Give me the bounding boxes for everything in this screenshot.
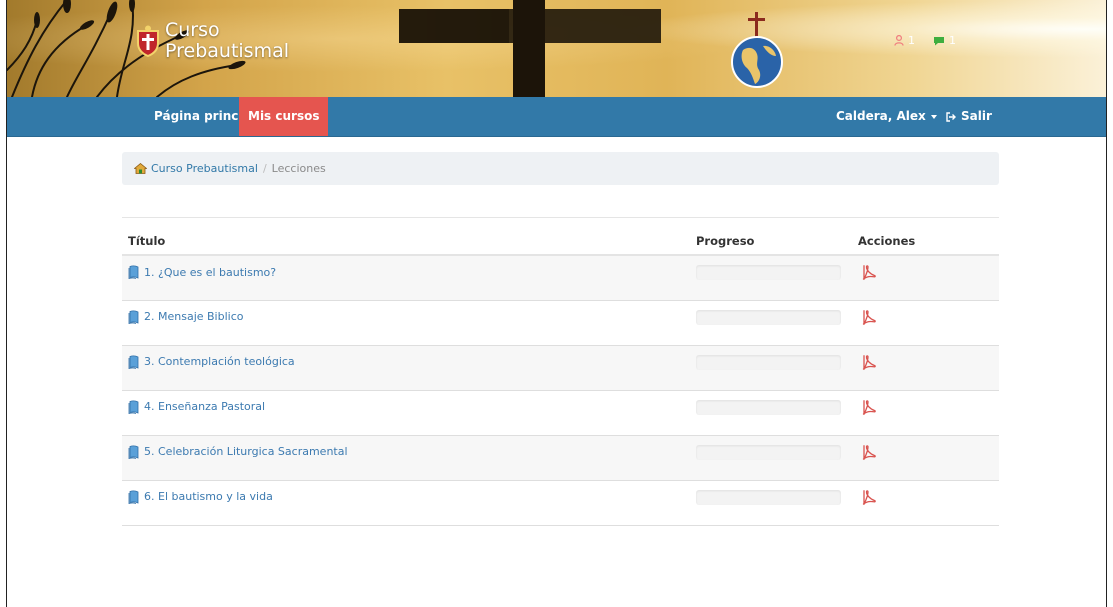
logo-title-line1: Curso — [165, 19, 220, 41]
breadcrumb-current: Lecciones — [271, 162, 326, 175]
header-banner: Curso Prebautismal 1 1 — [7, 0, 1106, 97]
globe-cross-image — [731, 12, 783, 88]
table-row: 5. Celebración Liturgica Sacramental — [122, 435, 999, 481]
table-row: 1. ¿Que es el bautismo? — [122, 255, 999, 301]
messages-count: 1 — [949, 34, 956, 47]
book-icon — [128, 265, 139, 279]
home-icon — [134, 163, 147, 174]
table-row: 6. El bautismo y la vida — [122, 480, 999, 526]
download-pdf-button[interactable] — [862, 489, 876, 508]
table-row: 2. Mensaje Biblico — [122, 300, 999, 346]
lesson-link[interactable]: 5. Celebración Liturgica Sacramental — [128, 445, 348, 459]
logo-title-line2: Prebautismal — [165, 40, 290, 62]
download-pdf-button[interactable] — [862, 309, 876, 328]
users-count: 1 — [908, 34, 915, 47]
logout-label: Salir — [961, 109, 992, 123]
lesson-title-cell: 3. Contemplación teológica — [122, 345, 690, 391]
messages-badge[interactable]: 1 — [933, 34, 956, 47]
lesson-link[interactable]: 2. Mensaje Biblico — [128, 310, 244, 324]
lesson-title: 4. Enseñanza Pastoral — [144, 400, 266, 413]
user-menu-dropdown[interactable]: Caldera, Alex — [827, 97, 946, 136]
site-logo[interactable]: Curso Prebautismal — [135, 20, 289, 62]
nav-my-courses-link[interactable]: Mis cursos — [239, 97, 329, 136]
progress-bar — [696, 354, 841, 370]
lesson-progress-cell — [690, 390, 852, 436]
lesson-link[interactable]: 3. Contemplación teológica — [128, 355, 295, 369]
lesson-title-cell: 1. ¿Que es el bautismo? — [122, 255, 690, 301]
lesson-title-cell: 6. El bautismo y la vida — [122, 480, 690, 526]
lesson-progress-cell — [690, 435, 852, 481]
book-icon — [128, 355, 139, 369]
download-pdf-button[interactable] — [862, 399, 876, 418]
lesson-title: 3. Contemplación teológica — [144, 355, 295, 368]
table-row: 3. Contemplación teológica — [122, 345, 999, 391]
table-row: 4. Enseñanza Pastoral — [122, 390, 999, 436]
lesson-link[interactable]: 4. Enseñanza Pastoral — [128, 400, 265, 414]
table-divider — [122, 217, 999, 218]
user-icon — [894, 35, 904, 46]
lesson-progress-cell — [690, 480, 852, 526]
book-icon — [128, 445, 139, 459]
column-header-title: Título — [122, 227, 690, 256]
lesson-actions-cell — [852, 480, 999, 526]
lesson-title-cell: 4. Enseñanza Pastoral — [122, 390, 690, 436]
lessons-table: Título Progreso Acciones 1. ¿Que es el b… — [122, 227, 999, 526]
lesson-title: 6. El bautismo y la vida — [144, 490, 273, 503]
lesson-actions-cell — [852, 255, 999, 301]
breadcrumb-separator: / — [262, 162, 267, 175]
main-navbar: Página principal Mis cursos Caldera, Ale… — [7, 97, 1106, 137]
page-frame: Curso Prebautismal 1 1 Página principal … — [6, 0, 1107, 607]
caret-down-icon — [930, 114, 937, 119]
lesson-actions-cell — [852, 345, 999, 391]
shield-icon — [137, 25, 159, 57]
table-header-row: Título Progreso Acciones — [122, 227, 999, 256]
pdf-icon — [862, 444, 876, 460]
lesson-title-cell: 2. Mensaje Biblico — [122, 300, 690, 346]
progress-bar — [696, 489, 841, 505]
breadcrumb: Curso Prebautismal / Lecciones — [122, 152, 999, 185]
pdf-icon — [862, 354, 876, 370]
header-badges: 1 1 — [894, 34, 956, 47]
user-name: Caldera, Alex — [836, 109, 926, 123]
progress-bar — [696, 399, 841, 415]
lesson-title-cell: 5. Celebración Liturgica Sacramental — [122, 435, 690, 481]
breadcrumb-home-label: Curso Prebautismal — [151, 162, 258, 175]
lesson-progress-cell — [690, 255, 852, 301]
lesson-actions-cell — [852, 390, 999, 436]
lesson-link[interactable]: 1. ¿Que es el bautismo? — [128, 265, 276, 279]
logout-link[interactable]: Salir — [937, 97, 1001, 136]
pdf-icon — [862, 489, 876, 505]
progress-bar — [696, 265, 841, 280]
pdf-icon — [862, 309, 876, 325]
users-badge[interactable]: 1 — [894, 34, 915, 47]
download-pdf-button[interactable] — [862, 354, 876, 373]
download-pdf-button[interactable] — [862, 444, 876, 463]
progress-bar — [696, 309, 841, 325]
cross-post-image — [513, 0, 545, 97]
lesson-progress-cell — [690, 300, 852, 346]
lesson-link[interactable]: 6. El bautismo y la vida — [128, 490, 273, 504]
comment-icon — [934, 36, 944, 45]
breadcrumb-home-link[interactable]: Curso Prebautismal — [134, 162, 258, 175]
lesson-title: 1. ¿Que es el bautismo? — [144, 265, 277, 279]
book-icon — [128, 490, 139, 504]
lesson-actions-cell — [852, 435, 999, 481]
lesson-actions-cell — [852, 300, 999, 346]
book-icon — [128, 310, 139, 324]
lesson-title: 5. Celebración Liturgica Sacramental — [144, 445, 348, 458]
progress-bar — [696, 444, 841, 460]
pdf-icon — [862, 399, 876, 415]
lessons-table-body: 1. ¿Que es el bautismo? 2. Mensaje Bibli… — [122, 255, 999, 526]
book-icon — [128, 400, 139, 414]
column-header-progress: Progreso — [690, 227, 852, 256]
lesson-title: 2. Mensaje Biblico — [144, 310, 244, 323]
logout-icon — [946, 111, 956, 122]
pdf-icon — [862, 265, 876, 280]
download-pdf-button[interactable] — [862, 265, 876, 283]
lesson-progress-cell — [690, 345, 852, 391]
column-header-actions: Acciones — [852, 227, 999, 256]
